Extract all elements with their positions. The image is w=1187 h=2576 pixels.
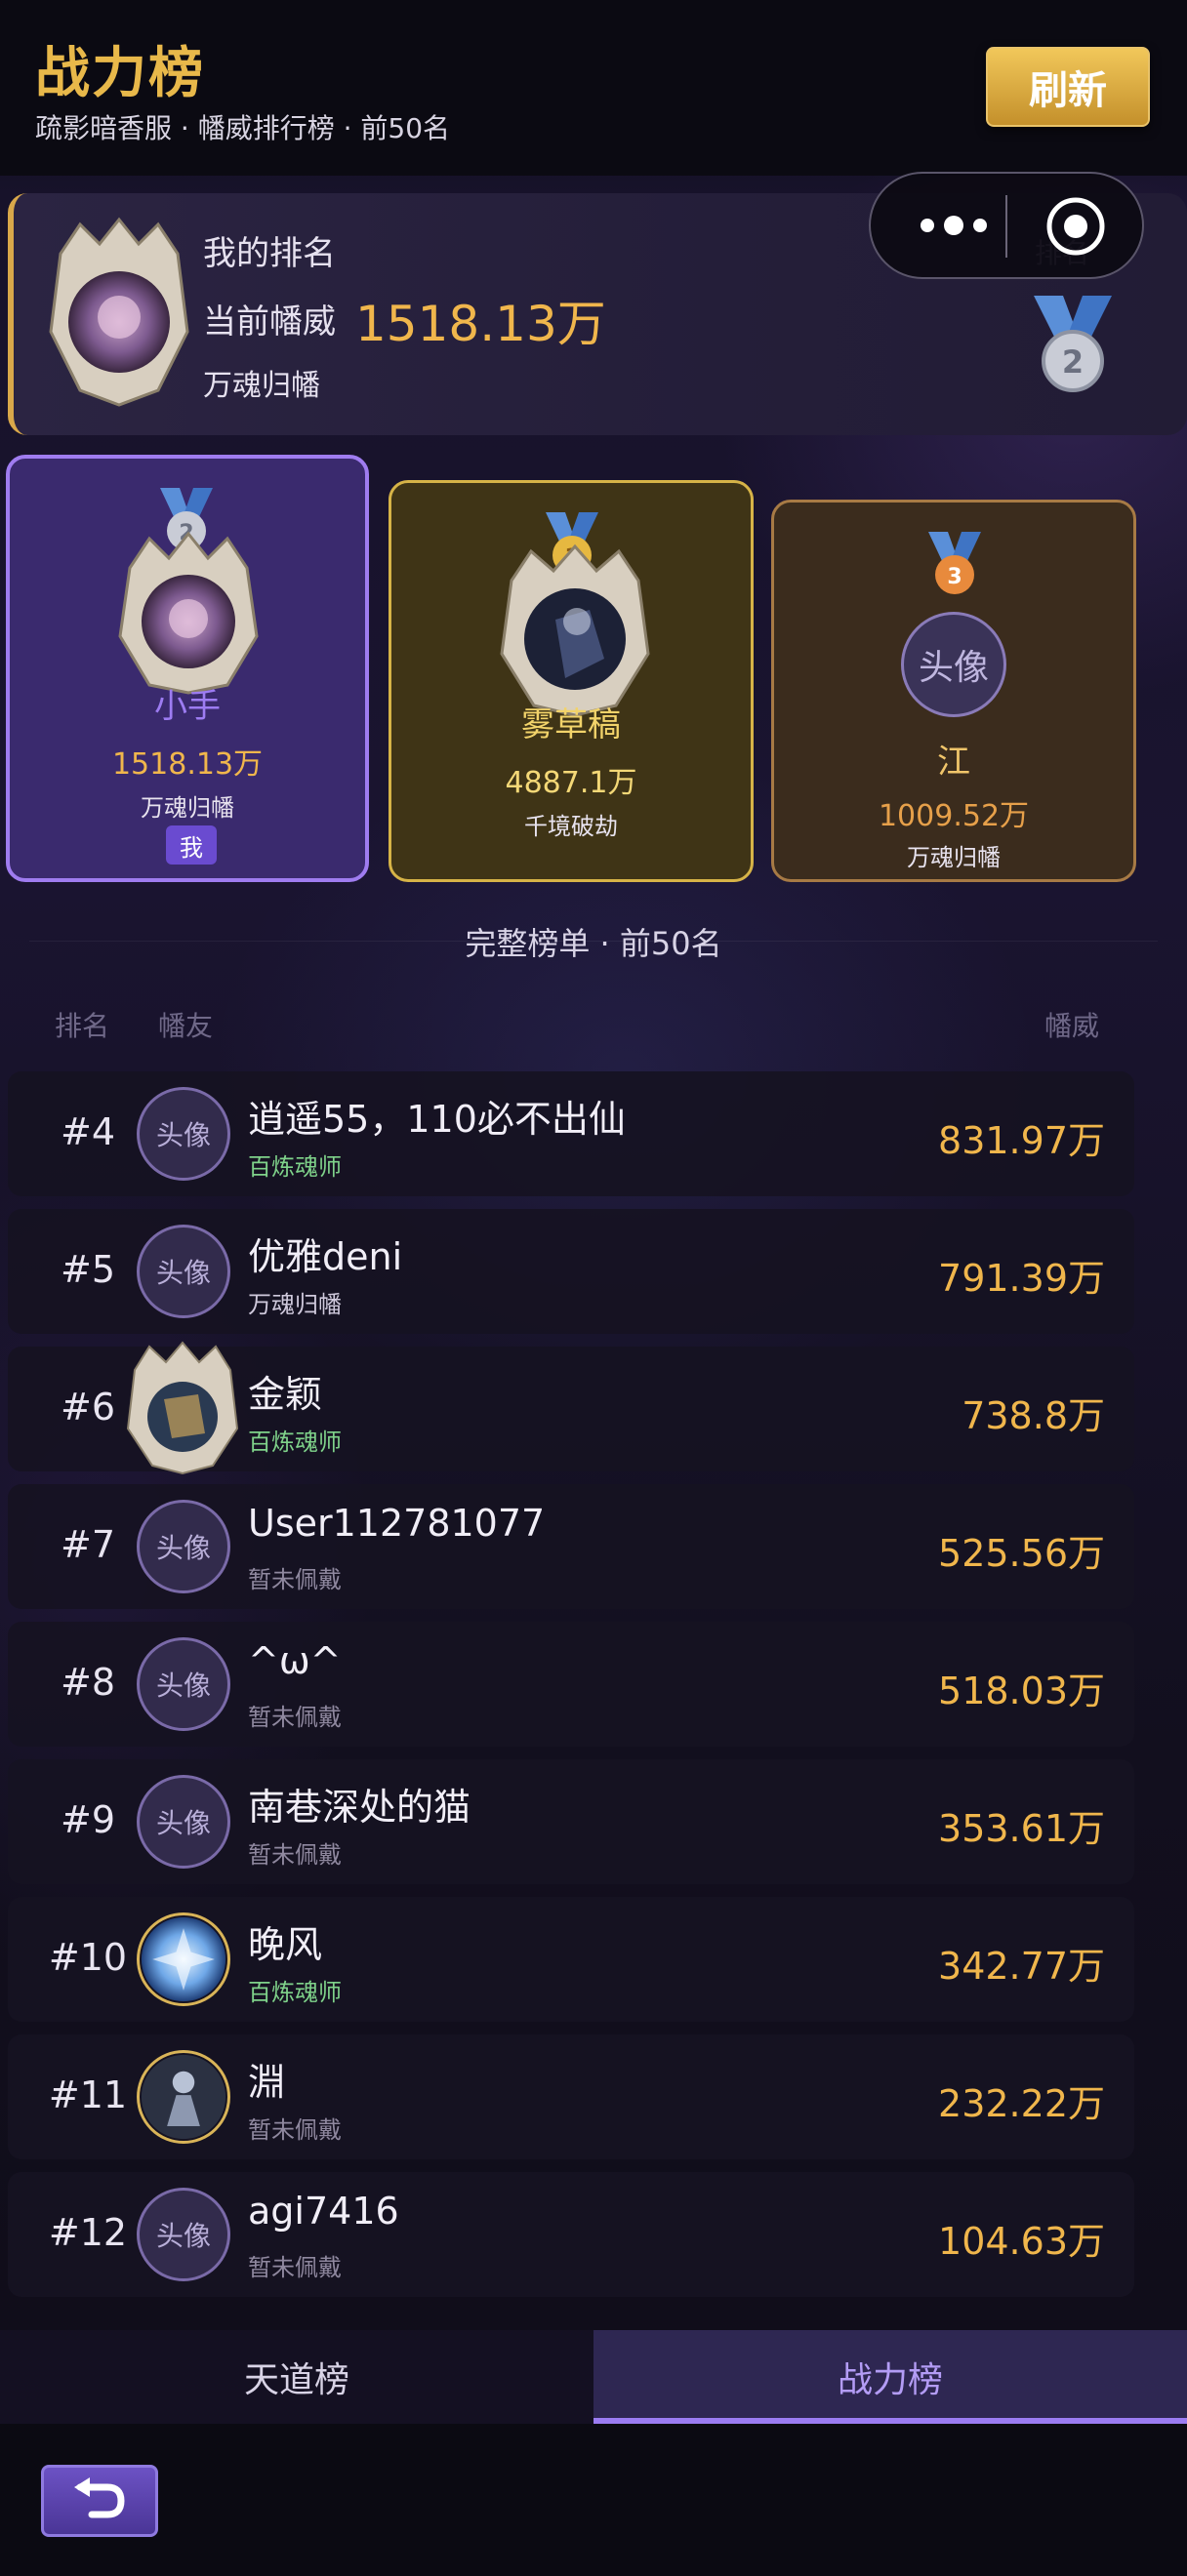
silver-medal-icon: 2 <box>1034 296 1112 392</box>
my-power-value: 1518.13万 <box>355 296 606 352</box>
row-title: 百炼魂师 <box>248 1153 342 1181</box>
avatar-placeholder: 头像 <box>137 1637 230 1731</box>
miniprogram-capsule <box>869 172 1144 279</box>
header: 战力榜 疏影暗香服 · 幡威排行榜 · 前50名 刷新 <box>0 0 1187 176</box>
podium-avatar <box>500 543 650 717</box>
podium-name: 雾草稿 <box>521 705 621 745</box>
close-target-icon[interactable] <box>1044 195 1107 258</box>
page-subtitle: 疏影暗香服 · 幡威排行榜 · 前50名 <box>35 112 451 144</box>
row-name: 优雅deni <box>248 1235 403 1278</box>
tab-bar: 天道榜 战力榜 <box>0 2330 1187 2424</box>
row-avatar <box>137 1912 230 2006</box>
page-title: 战力榜 <box>35 42 205 105</box>
avatar-placeholder: 头像 <box>137 1775 230 1869</box>
row-power: 342.77万 <box>938 1945 1105 1988</box>
row-power: 831.97万 <box>938 1119 1105 1162</box>
me-badge: 我 <box>166 825 217 865</box>
row-name: 晚风 <box>248 1923 323 1966</box>
bottom-bar <box>0 2424 1187 2576</box>
podium-name: 小手 <box>154 687 221 726</box>
podium-third[interactable]: 3 头像 江 1009.52万 万魂归幡 <box>771 500 1136 882</box>
row-power: 738.8万 <box>962 1394 1105 1437</box>
row-title: 暂未佩戴 <box>248 1841 342 1869</box>
row-avatar <box>137 2050 230 2144</box>
list-item[interactable]: #7 头像 User112781077 暂未佩戴 525.56万 <box>8 1484 1134 1609</box>
medal-rank-text: 2 <box>1062 343 1084 381</box>
row-power: 353.61万 <box>938 1807 1105 1850</box>
row-name: User112781077 <box>248 1502 546 1545</box>
list-item[interactable]: #10 晚风 百炼魂师 342.77万 <box>8 1897 1134 2022</box>
row-title: 暂未佩戴 <box>248 1704 342 1731</box>
row-title: 百炼魂师 <box>248 1979 342 2006</box>
tab-power[interactable]: 战力榜 <box>594 2330 1187 2424</box>
my-title: 万魂归幡 <box>203 369 320 403</box>
row-power: 525.56万 <box>938 1532 1105 1575</box>
list-item[interactable]: #4 头像 逍遥55，110必不出仙 百炼魂师 831.97万 <box>8 1071 1134 1196</box>
row-avatar <box>126 1341 239 1475</box>
back-button[interactable] <box>41 2465 158 2537</box>
row-name: 金颖 <box>248 1373 323 1416</box>
row-power: 104.63万 <box>938 2220 1105 2263</box>
row-name: agi7416 <box>248 2190 399 2233</box>
capsule-divider <box>1005 195 1007 258</box>
column-power: 幡威 <box>1044 1010 1100 1042</box>
my-avatar <box>49 217 189 407</box>
podium-name: 江 <box>937 743 970 782</box>
podium-power: 1009.52万 <box>878 799 1030 833</box>
podium-first[interactable]: 1 雾草稿 4887.1万 千境破劫 <box>389 480 754 882</box>
row-name: ^ω^ <box>248 1639 342 1682</box>
avatar-placeholder: 头像 <box>137 2188 230 2281</box>
row-title: 百炼魂师 <box>248 1429 342 1456</box>
row-title: 暂未佩戴 <box>248 1566 342 1593</box>
row-name: 南巷深处的猫 <box>248 1786 471 1829</box>
row-name: 淵 <box>248 2061 286 2104</box>
podium-title: 万魂归幡 <box>141 794 234 822</box>
column-rank: 排名 <box>55 1010 110 1042</box>
row-name: 逍遥55，110必不出仙 <box>248 1098 626 1141</box>
my-power-label: 当前幡威 <box>203 302 336 342</box>
row-title: 万魂归幡 <box>248 1291 342 1318</box>
list-item[interactable]: #8 头像 ^ω^ 暂未佩戴 518.03万 <box>8 1622 1134 1747</box>
my-rank-label: 我的排名 <box>203 234 336 273</box>
podium-rank-text: 3 <box>947 565 962 589</box>
refresh-button[interactable]: 刷新 <box>986 47 1150 127</box>
more-icon[interactable] <box>910 203 998 248</box>
list-item[interactable]: #11 淵 暂未佩戴 232.22万 <box>8 2034 1134 2159</box>
back-arrow-icon <box>74 2477 125 2518</box>
list-item[interactable]: #9 头像 南巷深处的猫 暂未佩戴 353.61万 <box>8 1759 1134 1884</box>
avatar-placeholder: 头像 <box>901 612 1006 717</box>
row-power: 518.03万 <box>938 1670 1105 1712</box>
avatar-placeholder: 头像 <box>137 1500 230 1593</box>
row-power: 791.39万 <box>938 1257 1105 1300</box>
tab-tiandao[interactable]: 天道榜 <box>0 2330 594 2424</box>
column-member: 幡友 <box>158 1010 214 1042</box>
podium-title: 千境破劫 <box>524 813 618 840</box>
podium-power: 4887.1万 <box>505 766 637 800</box>
section-title: 完整榜单 · 前50名 <box>465 925 722 962</box>
row-title: 暂未佩戴 <box>248 2116 342 2144</box>
list-item[interactable]: #5 头像 优雅deni 万魂归幡 791.39万 <box>8 1209 1134 1334</box>
podium-title: 万魂归幡 <box>907 844 1001 871</box>
row-power: 232.22万 <box>938 2082 1105 2125</box>
list-item[interactable]: #6 金颖 百炼魂师 738.8万 <box>8 1341 1134 1475</box>
bronze-medal-icon: 3 <box>928 532 981 594</box>
avatar-placeholder: 头像 <box>137 1087 230 1181</box>
podium-power: 1518.13万 <box>111 747 264 782</box>
avatar-placeholder: 头像 <box>137 1225 230 1318</box>
podium-avatar <box>118 531 259 695</box>
list-item[interactable]: #12 头像 agi7416 暂未佩戴 104.63万 <box>8 2172 1134 2297</box>
row-title: 暂未佩戴 <box>248 2254 342 2281</box>
podium-second[interactable]: 2 小手 1518.13万 万魂归幡 我 <box>6 455 369 882</box>
